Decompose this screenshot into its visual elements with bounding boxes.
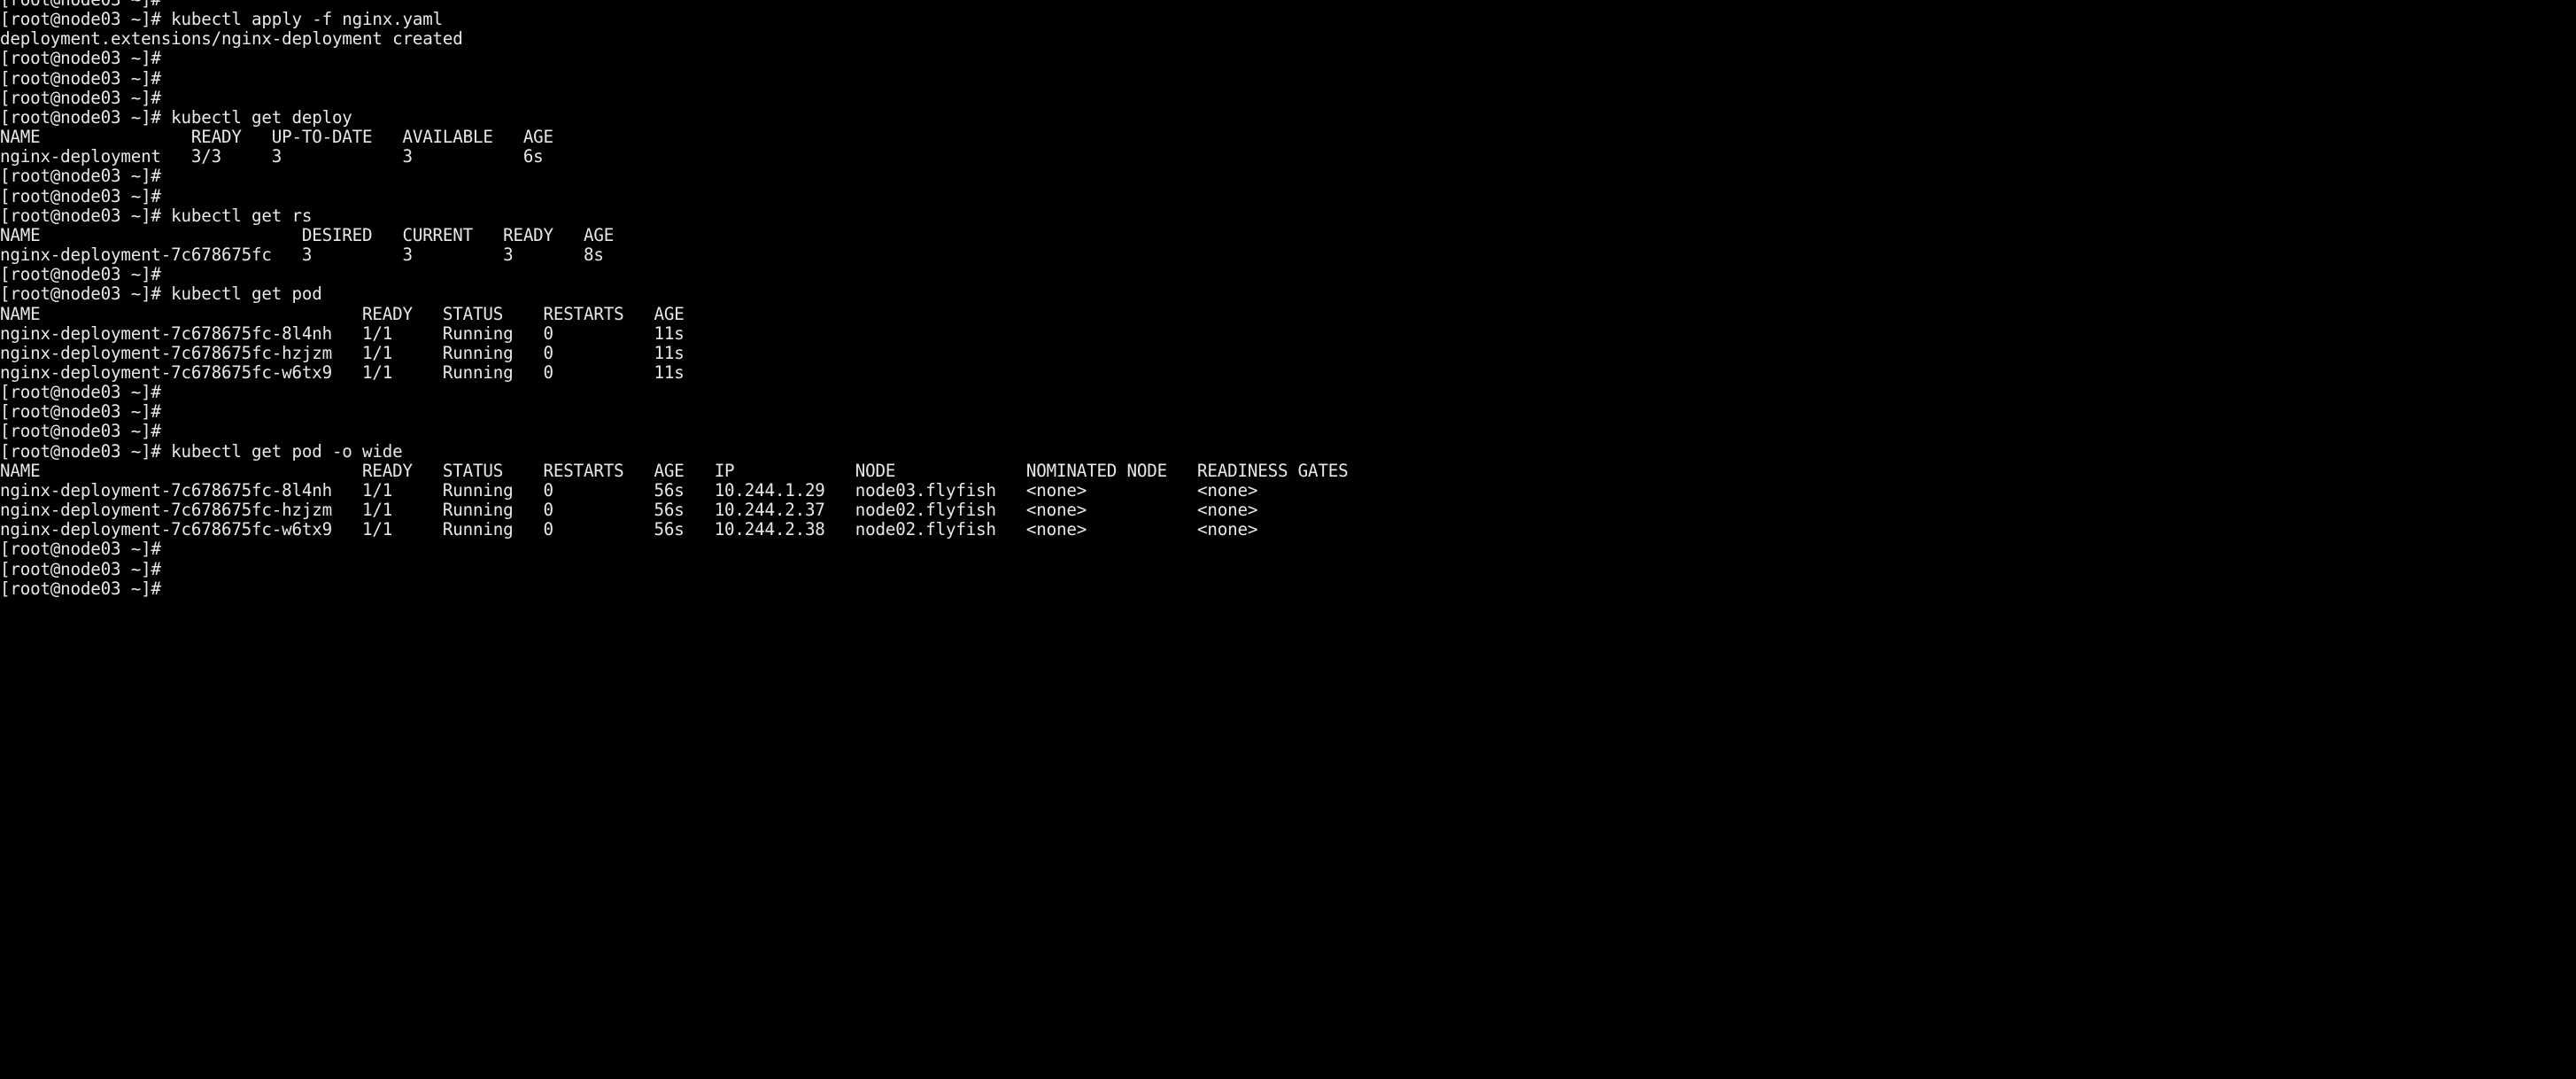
terminal-line: nginx-deployment-7c678675fc 3 3 3 8s	[0, 245, 604, 266]
terminal-line: [root@node03 ~]# kubectl apply -f nginx.…	[0, 9, 443, 30]
terminal-line: [root@node03 ~]#	[0, 421, 172, 442]
terminal-line: NAME READY STATUS RESTARTS AGE	[0, 303, 685, 324]
terminal-screen-buffer[interactable]: [root@node03 ~]# [root@node03 ~]# kubect…	[0, 0, 2576, 599]
terminal-line: [root@node03 ~]#	[0, 578, 172, 599]
terminal-line: nginx-deployment-7c678675fc-hzjzm 1/1 Ru…	[0, 342, 685, 363]
terminal-line: [root@node03 ~]# kubectl get deploy	[0, 106, 352, 128]
terminal-line: nginx-deployment-7c678675fc-hzjzm 1/1 Ru…	[0, 500, 1258, 521]
terminal-line: NAME DESIRED CURRENT READY AGE	[0, 224, 615, 245]
terminal-line: [root@node03 ~]# kubectl get pod	[0, 283, 322, 305]
terminal-line: [root@node03 ~]#	[0, 401, 172, 423]
terminal-line: nginx-deployment-7c678675fc-8l4nh 1/1 Ru…	[0, 479, 1258, 501]
terminal-line: deployment.extensions/nginx-deployment c…	[0, 28, 463, 50]
terminal-window[interactable]: [root@node03 ~]# [root@node03 ~]# kubect…	[0, 0, 2576, 1079]
terminal-line: [root@node03 ~]#	[0, 185, 172, 206]
terminal-line: NAME READY UP-TO-DATE AVAILABLE AGE	[0, 127, 553, 148]
terminal-line: nginx-deployment-7c678675fc-8l4nh 1/1 Ru…	[0, 322, 685, 344]
terminal-line: nginx-deployment-7c678675fc-w6tx9 1/1 Ru…	[0, 361, 685, 383]
terminal-line: [root@node03 ~]#	[0, 48, 172, 69]
terminal-line: [root@node03 ~]#	[0, 382, 172, 403]
terminal-line: [root@node03 ~]#	[0, 264, 172, 285]
terminal-line: [root@node03 ~]# kubectl get rs	[0, 205, 313, 226]
terminal-line: [root@node03 ~]#	[0, 67, 172, 89]
terminal-line: nginx-deployment 3/3 3 3 6s	[0, 146, 544, 167]
terminal-line: NAME READY STATUS RESTARTS AGE IP NODE N…	[0, 460, 1349, 481]
terminal-line: [root@node03 ~]#	[0, 166, 172, 187]
terminal-line: nginx-deployment-7c678675fc-w6tx9 1/1 Ru…	[0, 519, 1258, 540]
terminal-line: [root@node03 ~]#	[0, 87, 172, 108]
terminal-line: [root@node03 ~]#	[0, 558, 172, 579]
terminal-line: [root@node03 ~]# kubectl get pod -o wide	[0, 440, 403, 462]
terminal-line: [root@node03 ~]#	[0, 539, 172, 560]
